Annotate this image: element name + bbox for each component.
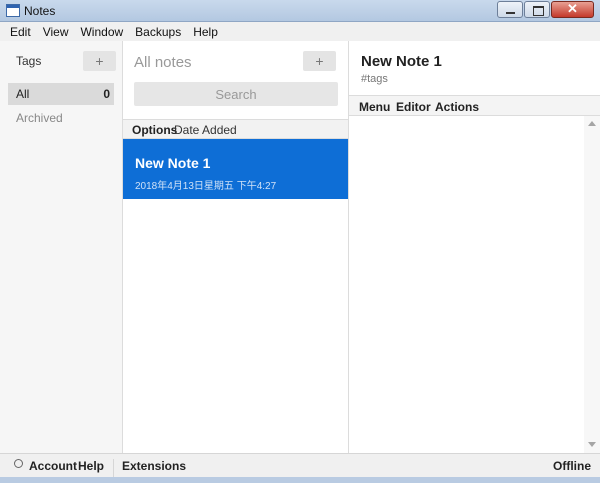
- tag-label: All: [16, 87, 30, 101]
- connection-status: Offline: [553, 459, 591, 473]
- notes-options-bar: Options Date Added: [123, 119, 348, 139]
- note-list-item[interactable]: New Note 1 2018年4月13日星期五 下午4:27: [123, 139, 348, 199]
- note-tags-field[interactable]: #tags: [361, 73, 388, 85]
- editor-editor-button[interactable]: Editor: [396, 100, 431, 114]
- tags-panel: Tags + All 0 Archived: [0, 41, 123, 453]
- scroll-down-arrow-icon[interactable]: [588, 442, 596, 447]
- account-button[interactable]: Account: [29, 459, 77, 473]
- window-bottom-border: [0, 477, 600, 483]
- add-tag-button[interactable]: +: [83, 51, 116, 71]
- close-icon: ✕: [567, 1, 578, 16]
- close-button[interactable]: ✕: [551, 1, 594, 18]
- options-button[interactable]: Options: [132, 123, 177, 137]
- minimize-button[interactable]: [497, 1, 523, 18]
- maximize-button[interactable]: [524, 1, 550, 18]
- sort-selector[interactable]: Date Added: [174, 123, 237, 137]
- note-date: 2018年4月13日星期五 下午4:27: [135, 181, 277, 192]
- menu-backups[interactable]: Backups: [129, 25, 187, 39]
- notes-panel: All notes + Options Date Added New Note …: [123, 41, 349, 453]
- editor-actions-button[interactable]: Actions: [435, 100, 479, 114]
- note-title-field[interactable]: New Note 1: [361, 53, 442, 70]
- window-title: Notes: [24, 4, 56, 18]
- tag-item-archived[interactable]: Archived: [16, 111, 63, 125]
- title-bar: Notes ✕: [0, 0, 600, 22]
- menu-bar: Edit View Window Backups Help: [0, 22, 600, 41]
- scroll-up-arrow-icon[interactable]: [588, 121, 596, 126]
- menu-window[interactable]: Window: [74, 25, 129, 39]
- footer-bar: Account Help Extensions Offline: [0, 453, 600, 482]
- tags-heading: Tags: [16, 54, 42, 68]
- app-notes-icon: [6, 4, 20, 17]
- account-status-icon: [14, 459, 23, 468]
- tag-item-all[interactable]: All 0: [8, 83, 114, 105]
- editor-toolbar: Menu Editor Actions: [349, 95, 600, 116]
- notes-list-title: All notes: [134, 54, 192, 71]
- editor-menu-button[interactable]: Menu: [359, 100, 390, 114]
- menu-edit[interactable]: Edit: [4, 25, 37, 39]
- menu-help[interactable]: Help: [187, 25, 224, 39]
- editor-panel: New Note 1 #tags Menu Editor Actions: [349, 41, 600, 453]
- note-text-area[interactable]: [349, 116, 584, 453]
- menu-view[interactable]: View: [37, 25, 75, 39]
- add-note-button[interactable]: +: [303, 51, 336, 71]
- window-controls: ✕: [496, 1, 594, 18]
- note-title: New Note 1: [135, 155, 211, 171]
- extensions-button[interactable]: Extensions: [122, 459, 186, 473]
- editor-scrollbar[interactable]: [584, 116, 600, 453]
- search-input[interactable]: [134, 82, 338, 106]
- help-button[interactable]: Help: [78, 459, 104, 473]
- tag-count: 0: [103, 87, 110, 101]
